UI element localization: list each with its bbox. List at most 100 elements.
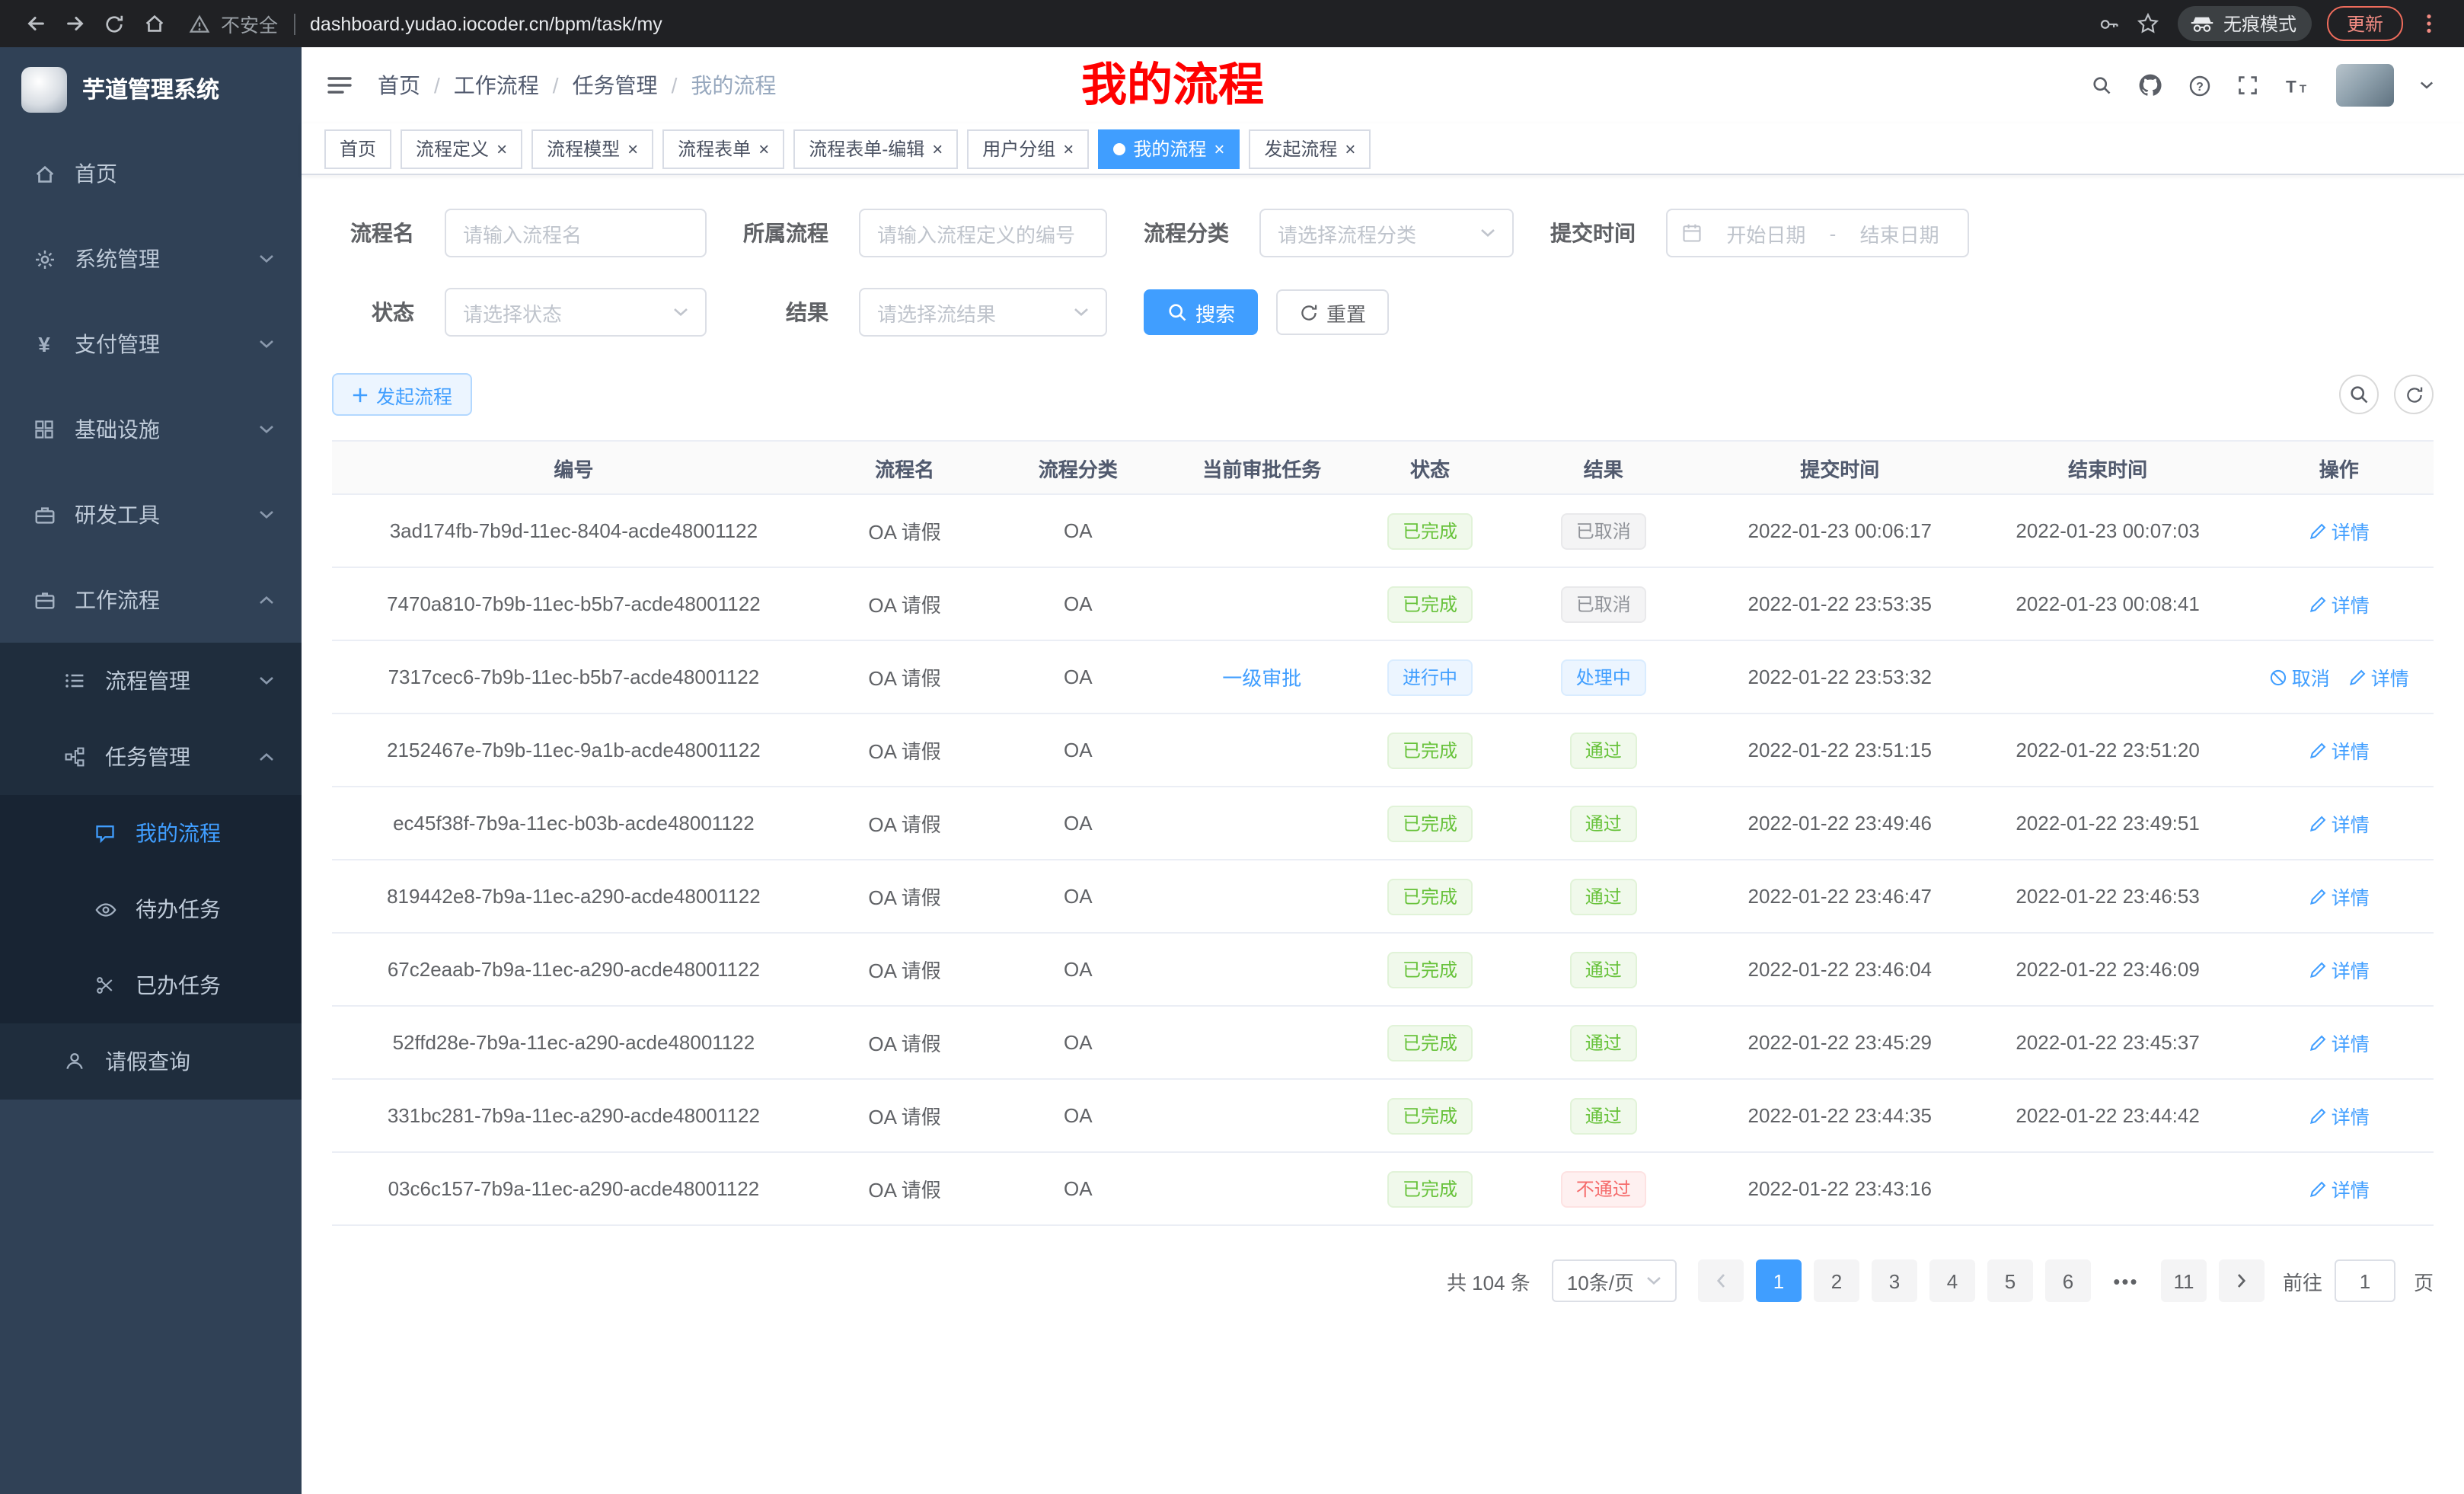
detail-action-link[interactable]: 详情: [2309, 1101, 2370, 1130]
edit-icon: [2309, 522, 2327, 540]
table-cell: 详情: [2245, 1079, 2434, 1152]
tab-close-icon[interactable]: ×: [627, 139, 638, 158]
table-cell: 52ffd28e-7b9a-11ec-a290-acde48001122: [332, 1006, 815, 1079]
tab-item[interactable]: 流程定义×: [401, 129, 522, 168]
back-icon[interactable]: [15, 4, 55, 43]
browser-menu-icon[interactable]: [2409, 4, 2449, 43]
detail-action-link[interactable]: 详情: [2309, 736, 2370, 765]
detail-action-link[interactable]: 详情: [2309, 955, 2370, 984]
detail-action-link[interactable]: 详情: [2309, 589, 2370, 618]
detail-action-link[interactable]: 详情: [2309, 809, 2370, 838]
breadcrumb-item[interactable]: 首页: [378, 70, 420, 101]
status-select[interactable]: 请选择状态: [445, 288, 707, 337]
tab-item[interactable]: 流程模型×: [531, 129, 653, 168]
tab-close-icon[interactable]: ×: [496, 139, 507, 158]
fullscreen-icon[interactable]: [2237, 75, 2258, 96]
tab-item[interactable]: 首页: [324, 129, 391, 168]
breadcrumb-item[interactable]: 工作流程: [454, 70, 539, 101]
result-select[interactable]: 请选择流结果: [859, 288, 1107, 337]
create-process-button[interactable]: 发起流程: [332, 373, 472, 416]
pages-ellipsis[interactable]: •••: [2103, 1269, 2149, 1292]
prev-page-button[interactable]: [1698, 1259, 1744, 1302]
forward-icon[interactable]: [55, 4, 94, 43]
table-cell: OA 请假: [815, 1079, 994, 1152]
end-date-placeholder: 结束日期: [1845, 219, 1954, 247]
sidebar-item-devtools[interactable]: 研发工具: [0, 472, 302, 557]
page-url: dashboard.yudao.iocoder.cn/bpm/task/my: [310, 13, 662, 34]
key-icon[interactable]: [2089, 4, 2129, 43]
toggle-search-button[interactable]: [2339, 375, 2379, 414]
table-cell: 2022-01-22 23:53:35: [1709, 567, 1971, 640]
tab-item[interactable]: 流程表单-编辑×: [793, 129, 958, 168]
category-select[interactable]: 请选择流程分类: [1259, 209, 1514, 257]
page-button[interactable]: 2: [1814, 1259, 1859, 1302]
sidebar-item-infra[interactable]: 基础设施: [0, 387, 302, 472]
sidebar-item-system[interactable]: 系统管理: [0, 216, 302, 302]
font-size-icon[interactable]: TT: [2284, 74, 2310, 97]
table-cell: OA: [994, 1079, 1162, 1152]
app-logo[interactable]: 芋道管理系统: [0, 47, 302, 131]
github-icon[interactable]: [2138, 73, 2162, 97]
detail-action-link[interactable]: 详情: [2309, 1174, 2370, 1203]
tab-close-icon[interactable]: ×: [758, 139, 769, 158]
user-avatar[interactable]: [2336, 64, 2394, 107]
process-name-input[interactable]: 请输入流程名: [445, 209, 707, 257]
table-row: 7470a810-7b9b-11ec-b5b7-acde48001122OA 请…: [332, 567, 2434, 640]
tab-label: 用户分组: [982, 136, 1055, 161]
sidebar-item-done-tasks[interactable]: 已办任务: [0, 947, 302, 1023]
detail-action-link[interactable]: 详情: [2309, 882, 2370, 911]
page-button[interactable]: 3: [1872, 1259, 1917, 1302]
detail-action-link[interactable]: 详情: [2309, 1028, 2370, 1057]
tab-close-icon[interactable]: ×: [932, 139, 943, 158]
cancel-action-link[interactable]: 取消: [2269, 662, 2330, 691]
chevron-right-icon: [2237, 1269, 2246, 1292]
page-button[interactable]: 11: [2161, 1259, 2207, 1302]
address-bar[interactable]: 不安全 dashboard.yudao.iocoder.cn/bpm/task/…: [189, 9, 2074, 38]
tab-item[interactable]: 用户分组 ×: [967, 129, 1089, 168]
browser-home-icon[interactable]: [134, 4, 174, 43]
tab-close-icon[interactable]: ×: [1345, 139, 1355, 158]
table-cell: OA 请假: [815, 933, 994, 1006]
sidebar-item-my-process[interactable]: 我的流程: [0, 795, 302, 871]
table-cell: 2152467e-7b9b-11ec-9a1b-acde48001122: [332, 713, 815, 787]
search-button[interactable]: 搜索: [1144, 289, 1258, 335]
next-page-button[interactable]: [2219, 1259, 2265, 1302]
sidebar-item-todo-tasks[interactable]: 待办任务: [0, 871, 302, 947]
tab-close-icon[interactable]: ×: [1214, 139, 1224, 158]
update-button[interactable]: 更新: [2327, 6, 2403, 41]
reload-icon[interactable]: [94, 4, 134, 43]
page-button[interactable]: 5: [1987, 1259, 2033, 1302]
sidebar-item-home[interactable]: 首页: [0, 131, 302, 216]
tab-item[interactable]: 发起流程×: [1249, 129, 1371, 168]
page-button[interactable]: 1: [1756, 1259, 1802, 1302]
avatar-caret-icon[interactable]: [2420, 81, 2434, 90]
detail-action-link[interactable]: 详情: [2309, 516, 2370, 545]
header-search-icon[interactable]: [2091, 75, 2112, 96]
hamburger-icon[interactable]: [326, 73, 353, 97]
page-button[interactable]: 6: [2045, 1259, 2091, 1302]
tab-close-icon[interactable]: ×: [1063, 139, 1074, 158]
sidebar-item-workflow[interactable]: 工作流程: [0, 557, 302, 643]
reset-button[interactable]: 重置: [1276, 289, 1389, 335]
table-cell: 详情: [2245, 713, 2434, 787]
detail-action-link[interactable]: 详情: [2348, 662, 2409, 691]
sidebar-item-payment[interactable]: ¥支付管理: [0, 302, 302, 387]
page-size-select[interactable]: 10条/页: [1552, 1259, 1677, 1302]
table-cell: 进行中: [1361, 640, 1498, 713]
sidebar-item-leave-query[interactable]: 请假查询: [0, 1023, 302, 1100]
submit-time-range-input[interactable]: 开始日期 - 结束日期: [1666, 209, 1969, 257]
goto-page-input[interactable]: 1: [2335, 1259, 2395, 1302]
table-cell: 2022-01-22 23:44:35: [1709, 1079, 1971, 1152]
sidebar-item-task-mgmt[interactable]: 任务管理: [0, 719, 302, 795]
tab-item[interactable]: 流程表单×: [662, 129, 784, 168]
process-definition-input[interactable]: 请输入流程定义的编号: [859, 209, 1107, 257]
help-icon[interactable]: ?: [2188, 74, 2211, 97]
table-cell: 7470a810-7b9b-11ec-b5b7-acde48001122: [332, 567, 815, 640]
bookmark-star-icon[interactable]: [2129, 4, 2169, 43]
current-task-link[interactable]: 一级审批: [1222, 667, 1301, 690]
page-button[interactable]: 4: [1929, 1259, 1975, 1302]
breadcrumb-item[interactable]: 任务管理: [573, 70, 658, 101]
table-refresh-button[interactable]: [2394, 375, 2434, 414]
sidebar-item-process-mgmt[interactable]: 流程管理: [0, 643, 302, 719]
tab-item[interactable]: 我的流程×: [1098, 129, 1240, 168]
